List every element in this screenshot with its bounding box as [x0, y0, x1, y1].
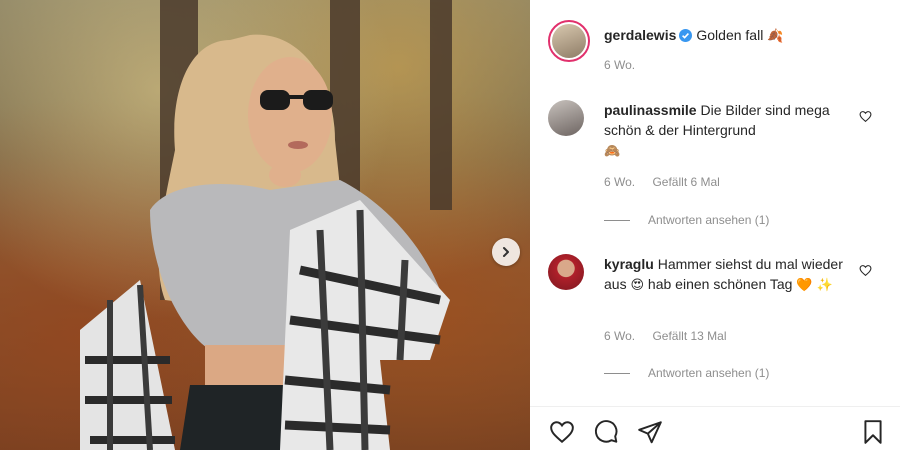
comment-age: 6 Wo.	[604, 329, 636, 343]
verified-badge-icon	[679, 29, 693, 42]
share-icon[interactable]	[636, 419, 664, 445]
owner-avatar[interactable]	[548, 20, 590, 62]
replies-label: Antworten ansehen (1)	[648, 213, 770, 227]
commenter-username[interactable]: kyraglu	[604, 256, 654, 272]
person-figure	[80, 34, 450, 450]
commenter-avatar[interactable]	[548, 254, 584, 290]
chevron-right-icon	[503, 247, 509, 257]
post-image	[0, 0, 530, 450]
next-image-button[interactable]	[492, 238, 520, 266]
comment-likes[interactable]: Gefällt 6 Mal	[652, 175, 719, 189]
heart-icon[interactable]	[859, 264, 872, 277]
commenter-avatar[interactable]	[548, 100, 584, 136]
comment-age: 6 Wo.	[604, 175, 636, 189]
comment-icon[interactable]	[592, 419, 620, 445]
comment-text-continued: hab einen schönen Tag	[647, 276, 793, 292]
action-bar	[530, 406, 900, 451]
replies-label: Antworten ansehen (1)	[648, 366, 770, 380]
comment-emoji: 😍	[630, 278, 645, 293]
commenter-username[interactable]: paulinassmile	[604, 102, 697, 118]
replies-divider	[604, 219, 630, 221]
caption-emoji: 🍂	[767, 29, 784, 44]
heart-icon[interactable]	[548, 419, 576, 445]
bookmark-icon[interactable]	[860, 419, 886, 445]
view-replies-button[interactable]: Antworten ansehen (1)	[604, 366, 769, 380]
comment-emoji-end: 🧡 ✨	[796, 278, 833, 293]
comment-emoji: 🙈	[604, 144, 621, 159]
owner-username[interactable]: gerdalewis	[604, 27, 676, 43]
heart-icon[interactable]	[859, 110, 872, 123]
comment-likes[interactable]: Gefällt 13 Mal	[652, 329, 726, 343]
view-replies-button[interactable]: Antworten ansehen (1)	[604, 213, 769, 227]
comments-panel: gerdalewis Golden fall 🍂 6 Wo. paulinassm…	[530, 0, 900, 450]
caption-age: 6 Wo.	[604, 58, 636, 72]
caption-text: Golden fall	[696, 27, 764, 43]
replies-divider	[604, 372, 630, 374]
